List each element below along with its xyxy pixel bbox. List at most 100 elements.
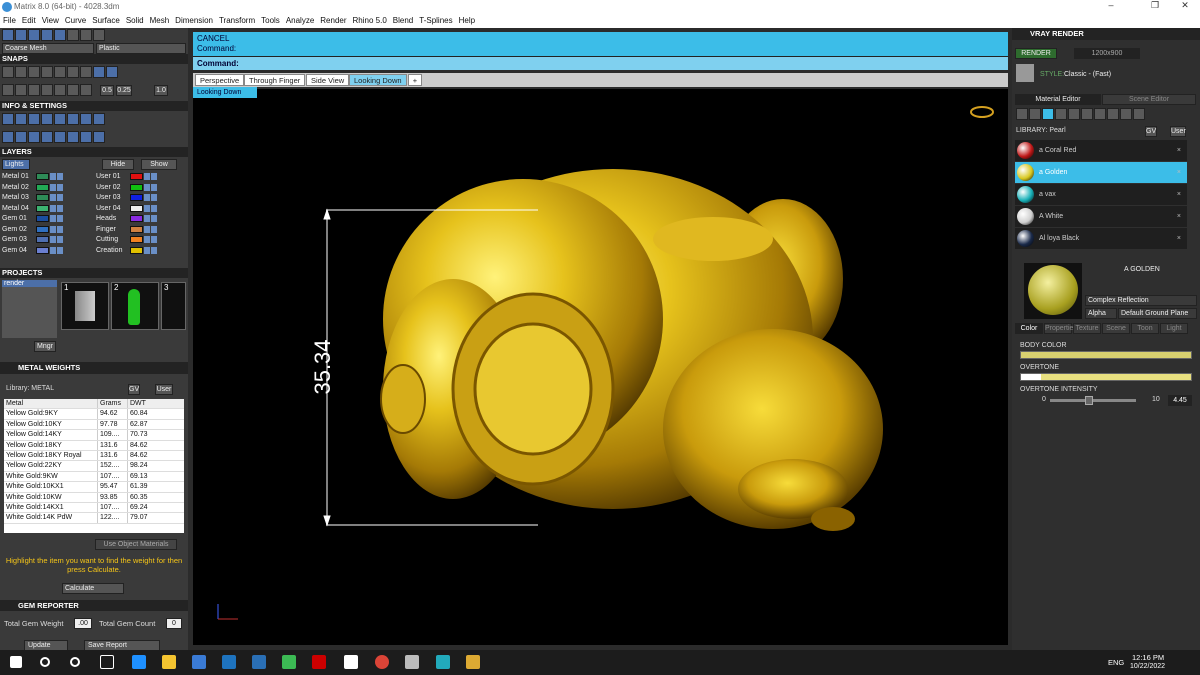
- layer-row[interactable]: User 01: [96, 172, 158, 181]
- layer-row[interactable]: User 04: [96, 204, 158, 213]
- layer-color-swatch[interactable]: [130, 183, 143, 191]
- layer-row[interactable]: Metal 03: [2, 193, 64, 202]
- user-button[interactable]: User: [155, 384, 173, 395]
- ground-plane-select[interactable]: Default Ground Plane: [1118, 308, 1197, 319]
- remove-material-icon[interactable]: ×: [1177, 162, 1181, 183]
- intensity-value[interactable]: 4.45: [1168, 395, 1192, 406]
- layer-color-swatch[interactable]: [130, 236, 143, 243]
- menu-view[interactable]: View: [39, 16, 62, 25]
- project-thumb-2[interactable]: 2: [111, 282, 159, 330]
- layer-color-swatch[interactable]: [36, 194, 49, 201]
- layer-row[interactable]: Finger: [96, 225, 158, 234]
- cortana-icon[interactable]: [70, 657, 80, 667]
- explorer-icon[interactable]: [162, 655, 176, 669]
- layer-lock-icon[interactable]: [144, 194, 150, 201]
- remove-material-icon[interactable]: ×: [1177, 184, 1181, 205]
- render-tool-icon[interactable]: [54, 29, 66, 41]
- layer-visible-icon[interactable]: [57, 183, 63, 191]
- render-button[interactable]: RENDER: [1015, 48, 1057, 59]
- layer-row[interactable]: Metal 04: [2, 204, 64, 213]
- snap-icon[interactable]: [41, 84, 53, 96]
- tab-through-finger[interactable]: Through Finger: [244, 74, 306, 86]
- task-view-icon[interactable]: [100, 655, 114, 669]
- table-row[interactable]: Yellow Gold:22KY 152.... 98.24: [4, 461, 184, 472]
- layer-visible-icon[interactable]: [57, 173, 63, 180]
- material-item[interactable]: a vax ×: [1015, 184, 1187, 205]
- style-value[interactable]: Classic - (Fast): [1064, 71, 1111, 78]
- start-icon[interactable]: [10, 656, 22, 668]
- tab-scene-editor[interactable]: Scene Editor: [1102, 94, 1196, 105]
- menu-file[interactable]: File: [0, 16, 19, 25]
- layer-color-swatch[interactable]: [130, 225, 143, 233]
- layer-visible-icon[interactable]: [57, 215, 63, 222]
- table-row[interactable]: Yellow Gold:10KY 97.78 62.87: [4, 419, 184, 431]
- layer-lock-icon[interactable]: [50, 236, 56, 243]
- settings-icon[interactable]: [80, 113, 92, 125]
- layer-lock-icon[interactable]: [50, 183, 56, 191]
- layer-row[interactable]: Gem 04: [2, 246, 64, 255]
- search-icon[interactable]: [15, 113, 27, 125]
- settings-icon[interactable]: [28, 113, 40, 125]
- layer-visible-icon[interactable]: [57, 246, 63, 254]
- settings-icon[interactable]: [93, 113, 105, 125]
- shade-tool-icon[interactable]: [80, 29, 92, 41]
- manager-button[interactable]: Mngr: [34, 341, 56, 352]
- tab-perspective[interactable]: Perspective: [195, 74, 245, 86]
- sphere-icon[interactable]: [1042, 108, 1054, 120]
- material-item[interactable]: Al loya Black ×: [1015, 228, 1187, 249]
- layer-color-swatch[interactable]: [36, 183, 49, 191]
- light-icon[interactable]: [1133, 108, 1145, 120]
- language-indicator[interactable]: ENG: [1108, 658, 1124, 667]
- shade-tool-icon[interactable]: [67, 29, 79, 41]
- settings-icon[interactable]: [41, 113, 53, 125]
- menu-render[interactable]: Render: [317, 16, 349, 25]
- menu-tools[interactable]: Tools: [258, 16, 283, 25]
- snap-icon[interactable]: [2, 66, 14, 78]
- snap-icon[interactable]: [67, 84, 79, 96]
- project-thumb-3[interactable]: 3: [161, 282, 186, 330]
- snap-value-1[interactable]: 0.5: [100, 85, 114, 96]
- grid-icon[interactable]: [1081, 108, 1093, 120]
- app-icon[interactable]: [436, 655, 450, 669]
- col-grams[interactable]: Grams: [98, 399, 128, 409]
- edge-icon[interactable]: [132, 655, 146, 669]
- layer-color-swatch[interactable]: [36, 204, 49, 212]
- table-row[interactable]: White Gold:10KX1 95.47 61.39: [4, 482, 184, 493]
- layer-color-swatch[interactable]: [130, 246, 143, 254]
- table-row[interactable]: Yellow Gold:18KY Royal 131.6 84.62: [4, 450, 184, 462]
- layer-lock-icon[interactable]: [144, 204, 150, 212]
- layer-row[interactable]: Metal 01: [2, 172, 64, 181]
- layer-visible-icon[interactable]: [151, 225, 157, 233]
- chrome-icon[interactable]: [375, 655, 389, 669]
- menu-tsplines[interactable]: T-Splines: [416, 16, 455, 25]
- snap-icon[interactable]: [28, 66, 40, 78]
- settings-icon[interactable]: [67, 131, 79, 143]
- layer-lock-icon[interactable]: [144, 236, 150, 243]
- gem-icon[interactable]: [1029, 108, 1041, 120]
- layer-color-swatch[interactable]: [36, 215, 49, 222]
- snap-value-2[interactable]: 0.25: [116, 85, 132, 96]
- settings-icon[interactable]: [54, 131, 66, 143]
- layer-visible-icon[interactable]: [151, 173, 157, 180]
- settings-icon[interactable]: [67, 113, 79, 125]
- select-tool-icon[interactable]: [2, 29, 14, 41]
- layer-color-swatch[interactable]: [36, 246, 49, 254]
- layer-lock-icon[interactable]: [144, 225, 150, 233]
- layer-lock-icon[interactable]: [144, 183, 150, 191]
- viewport-label[interactable]: Looking Down: [193, 87, 257, 98]
- drop-icon[interactable]: [1016, 108, 1028, 120]
- subtab-color[interactable]: Color: [1015, 323, 1043, 334]
- calculate-button[interactable]: Calculate: [62, 583, 124, 594]
- layer-row[interactable]: Gem 01: [2, 214, 64, 223]
- snap-icon[interactable]: [93, 66, 105, 78]
- store-icon[interactable]: [192, 655, 206, 669]
- tab-material-editor[interactable]: Material Editor: [1015, 94, 1101, 105]
- lights-layer[interactable]: Lights: [2, 159, 30, 170]
- command-input[interactable]: Command:: [193, 56, 1008, 70]
- table-row[interactable]: Yellow Gold:9KY 94.62 60.84: [4, 409, 184, 420]
- layer-row[interactable]: Metal 02: [2, 183, 64, 192]
- matrix-icon[interactable]: [466, 655, 480, 669]
- photos-icon[interactable]: [252, 655, 266, 669]
- snap-icon[interactable]: [41, 66, 53, 78]
- material-item[interactable]: A White ×: [1015, 206, 1187, 227]
